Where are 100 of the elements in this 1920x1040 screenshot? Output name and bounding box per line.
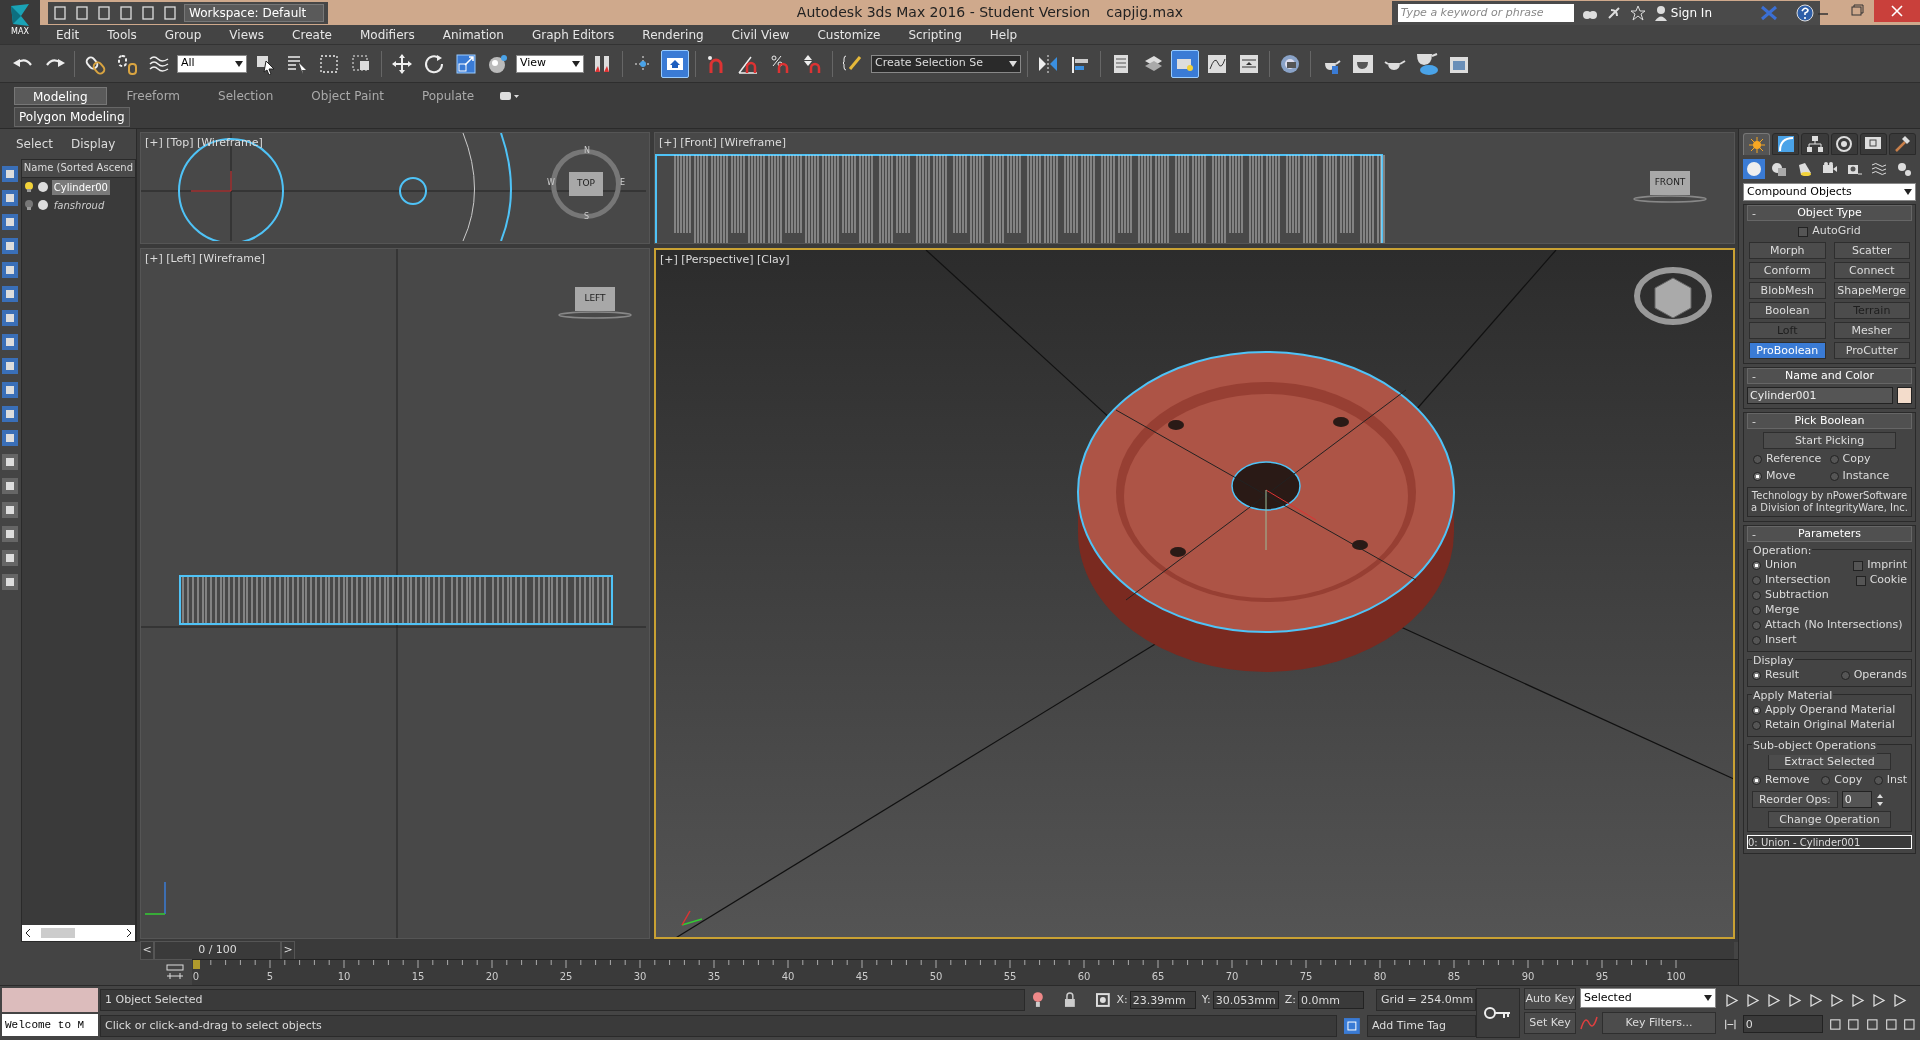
radio-label[interactable]: Operands bbox=[1853, 667, 1907, 684]
object-type-button[interactable]: Mesher bbox=[1833, 322, 1910, 339]
menu-item[interactable]: Tools bbox=[107, 25, 137, 44]
light-bulb-icon[interactable] bbox=[23, 181, 34, 193]
maxscript-field[interactable]: Welcome to M bbox=[2, 1014, 98, 1036]
filter-icon[interactable] bbox=[1, 381, 20, 399]
add-time-tag-button[interactable]: Add Time Tag bbox=[1367, 1015, 1476, 1037]
timeline-track[interactable]: 0 5 10 15 20 25 30 35 40 45 50 55 60 65 70 75 80 85 90 95 100 bbox=[192, 959, 1738, 985]
column-header[interactable]: Name (Sorted Ascend bbox=[21, 160, 135, 178]
radio-button[interactable] bbox=[1752, 576, 1761, 585]
rollout-title[interactable]: Object Type bbox=[1797, 204, 1862, 222]
time-marker[interactable] bbox=[193, 960, 200, 969]
set-key-button[interactable]: Set Key bbox=[1524, 1012, 1576, 1034]
operand-list[interactable]: 0: Union - Cylinder001 bbox=[1747, 835, 1912, 849]
radio-button[interactable] bbox=[1752, 621, 1761, 630]
scrollbar-thumb[interactable] bbox=[41, 928, 76, 938]
radio-button[interactable] bbox=[1752, 671, 1761, 680]
change-operation-button[interactable]: Change Operation bbox=[1768, 811, 1891, 828]
named-selection-dropdown[interactable]: Create Selection Se bbox=[871, 54, 1021, 73]
radio-label[interactable]: Remove bbox=[1765, 772, 1810, 789]
object-name[interactable]: fanshroud bbox=[51, 197, 107, 213]
radio-label[interactable]: Merge bbox=[1765, 602, 1800, 619]
app-logo[interactable]: MAX bbox=[0, 0, 40, 44]
filter-icon[interactable] bbox=[1, 573, 20, 591]
menu-item[interactable]: Views bbox=[229, 25, 265, 44]
object-name[interactable]: Cylinder00 bbox=[51, 179, 110, 195]
start-picking-button[interactable]: Start Picking bbox=[1763, 432, 1896, 449]
filter-icon[interactable] bbox=[1, 285, 20, 303]
play-icon[interactable] bbox=[1766, 992, 1781, 1008]
help-icon[interactable] bbox=[1796, 3, 1814, 22]
filter-icon[interactable] bbox=[1, 405, 20, 423]
filter-icon[interactable] bbox=[1, 333, 20, 351]
viewport-label[interactable]: [+] [Perspective] [Clay] bbox=[660, 252, 790, 269]
rollout-header[interactable]: - Parameters bbox=[1747, 526, 1912, 542]
star-icon[interactable] bbox=[1629, 4, 1646, 21]
sign-in-button[interactable]: Sign In bbox=[1653, 3, 1712, 22]
viewport[interactable]: [+] [Left] [Wireframe] LEFT bbox=[140, 248, 650, 939]
lock-icon[interactable] bbox=[1063, 991, 1077, 1009]
filter-icon[interactable] bbox=[1, 549, 20, 567]
radio-button[interactable] bbox=[1752, 776, 1761, 785]
object-type-button[interactable]: Connect bbox=[1833, 262, 1910, 279]
explorer-menu-item[interactable]: Display bbox=[71, 135, 116, 153]
ribbon-options-icon[interactable] bbox=[498, 89, 521, 103]
object-type-button[interactable]: Scatter bbox=[1833, 242, 1910, 259]
object-type-button[interactable]: ShapeMerge bbox=[1833, 282, 1910, 299]
next-frame-button[interactable]: > bbox=[281, 941, 295, 960]
coordinate-field[interactable]: 23.39mm bbox=[1129, 991, 1196, 1009]
viewport[interactable]: [+] [Front] [Wireframe] FRONT bbox=[654, 132, 1735, 244]
radio-label[interactable]: Union bbox=[1765, 557, 1797, 574]
collapse-toggle[interactable]: - bbox=[1752, 414, 1756, 431]
collapse-toggle[interactable]: - bbox=[1752, 369, 1756, 386]
selection-filter-dropdown[interactable]: All bbox=[177, 54, 247, 73]
time-slider-track[interactable]: < 0 / 100 > bbox=[140, 942, 1734, 959]
object-type-button[interactable]: Conform bbox=[1749, 262, 1826, 279]
filter-icon[interactable] bbox=[1, 357, 20, 375]
ribbon-tab[interactable]: Freeform bbox=[108, 87, 199, 105]
radio-label[interactable]: Reference bbox=[1766, 451, 1822, 468]
checkbox-label[interactable]: Imprint bbox=[1867, 557, 1907, 574]
previous-frame-button[interactable]: < bbox=[140, 941, 154, 960]
checkbox[interactable] bbox=[1853, 560, 1864, 571]
menu-item[interactable]: Civil View bbox=[731, 25, 790, 44]
menu-item[interactable]: Customize bbox=[817, 25, 881, 44]
menu-item[interactable]: Edit bbox=[56, 25, 80, 44]
radio-label[interactable]: Copy bbox=[1834, 772, 1863, 789]
view-cube-face[interactable]: TOP bbox=[569, 172, 603, 196]
rollout-header[interactable]: - Name and Color bbox=[1747, 368, 1912, 384]
viewport[interactable]: [+] [Perspective] [Clay] bbox=[654, 248, 1735, 939]
horizontal-scrollbar[interactable] bbox=[21, 925, 135, 941]
filter-icon[interactable] bbox=[1, 213, 20, 231]
frame-counter[interactable]: 0 / 100 bbox=[154, 941, 281, 960]
time-slider-thumb[interactable]: < 0 / 100 > bbox=[140, 942, 295, 959]
checkbox-label[interactable]: AutoGrid bbox=[1812, 223, 1861, 240]
category-dropdown[interactable]: Compound Objects bbox=[1743, 183, 1916, 201]
radio-button[interactable] bbox=[1753, 455, 1762, 464]
workspace-dropdown[interactable]: Workspace: Default bbox=[184, 3, 324, 22]
radio-label[interactable]: Copy bbox=[1842, 451, 1871, 468]
auto-key-button[interactable]: Auto Key bbox=[1524, 988, 1576, 1010]
rollout-title[interactable]: Pick Boolean bbox=[1794, 412, 1865, 430]
absolute-mode-icon[interactable] bbox=[1094, 992, 1111, 1008]
monitor-tab[interactable] bbox=[1859, 133, 1887, 155]
collapse-toggle[interactable]: - bbox=[1752, 206, 1756, 223]
radio-label[interactable]: Move bbox=[1766, 468, 1796, 485]
rollout-title[interactable]: Parameters bbox=[1798, 525, 1861, 543]
radio-label[interactable]: Inst bbox=[1886, 772, 1907, 789]
filter-icon[interactable] bbox=[1, 237, 20, 255]
sunburst-tab[interactable] bbox=[1743, 133, 1771, 155]
radio-button[interactable] bbox=[1821, 776, 1831, 785]
menu-item[interactable]: Group bbox=[164, 25, 202, 44]
filter-icon[interactable] bbox=[1, 525, 20, 543]
filter-icon[interactable] bbox=[1, 189, 20, 207]
filter-icon[interactable] bbox=[1, 261, 20, 279]
radio-button[interactable] bbox=[1840, 671, 1850, 680]
name-field[interactable]: Cylinder001 bbox=[1747, 387, 1893, 404]
radio-button[interactable] bbox=[1752, 721, 1761, 730]
checkbox-label[interactable]: Cookie bbox=[1869, 572, 1907, 589]
viewport-label[interactable]: [+] [Left] [Wireframe] bbox=[145, 251, 265, 268]
collapse-toggle[interactable]: - bbox=[1752, 527, 1756, 544]
checkbox[interactable] bbox=[1798, 226, 1809, 237]
view-cube-face[interactable]: LEFT bbox=[575, 287, 615, 311]
search-field[interactable]: Type a keyword or phrase bbox=[1397, 3, 1574, 22]
